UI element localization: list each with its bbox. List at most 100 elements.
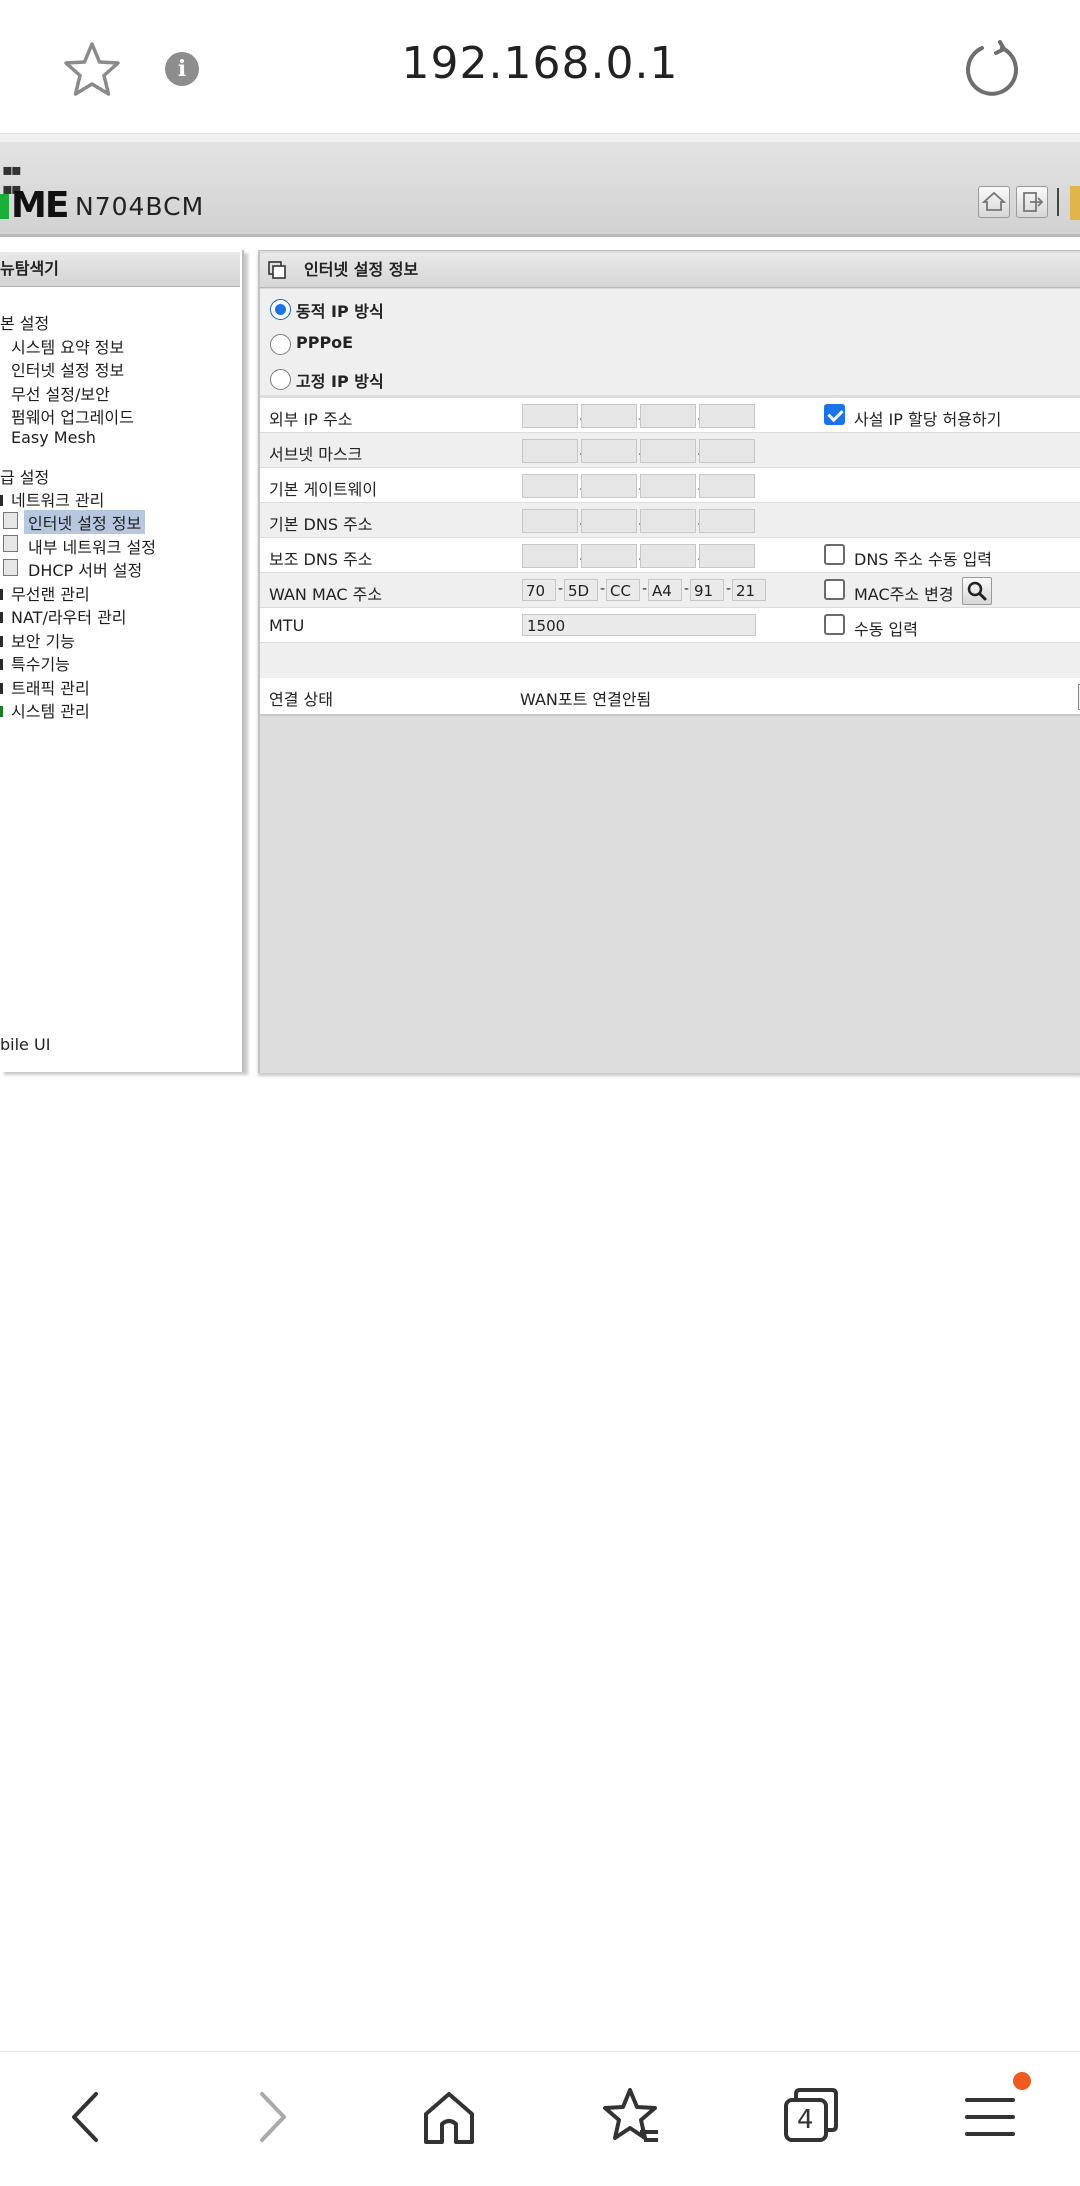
ip-octet-input[interactable] xyxy=(640,404,696,428)
menu-item-special[interactable]: 특수기능 xyxy=(11,651,70,675)
ip-octet-input[interactable] xyxy=(699,544,755,568)
gateway-label: 기본 게이트웨이 xyxy=(269,480,378,499)
row-wan-mac: WAN MAC 주소 70- 5D - CC - A4- 91- 21 MAC주소 … xyxy=(260,573,1080,607)
settings-panel: 인터넷 설정 정보 동적 IP 방식 PPPoE 고정 IP 방식 외부 IP … xyxy=(258,250,1080,1073)
ip-octet-input[interactable] xyxy=(640,474,696,498)
header-divider xyxy=(1057,188,1059,216)
ip-octet-input[interactable] xyxy=(581,509,637,533)
menu-item-wireless-security[interactable]: 무선 설정/보안 xyxy=(11,381,110,405)
secondary-dns-label: 보조 DNS 주소 xyxy=(269,550,373,569)
logout-icon[interactable] xyxy=(1016,186,1048,218)
bookmarks-icon[interactable] xyxy=(596,2082,666,2152)
menu-item-dhcp-server[interactable]: DHCP 서버 설정 xyxy=(28,557,142,581)
mac-octet-input[interactable]: 91 xyxy=(690,579,724,601)
advanced-settings-section[interactable]: 급 설정 xyxy=(0,464,49,488)
help-icon[interactable] xyxy=(1070,186,1080,220)
tree-connector xyxy=(0,636,3,647)
menu-group-network[interactable]: 네트워크 관리 xyxy=(11,487,104,511)
row-connection-status: 연결 상태 WAN포트 연결안됨 xyxy=(260,678,1080,716)
mtu-label: MTU xyxy=(269,616,305,635)
menu-item-nat-router[interactable]: NAT/라우터 관리 xyxy=(11,604,127,628)
ip-octet-input[interactable] xyxy=(581,439,637,463)
ip-octet-input[interactable] xyxy=(581,474,637,498)
menu-item-system-summary[interactable]: 시스템 요약 정보 xyxy=(11,334,124,358)
ip-octet-input[interactable] xyxy=(581,404,637,428)
menu-item-easy-mesh[interactable]: Easy Mesh xyxy=(11,428,96,447)
mac-octet-input[interactable]: A4 xyxy=(648,579,682,601)
router-header: ▪▪ ▪▪ ME N704BCM xyxy=(0,142,1080,237)
ip-octet-input[interactable] xyxy=(581,544,637,568)
tree-connector xyxy=(0,612,3,623)
row-external-ip: 외부 IP 주소 . . . 사설 IP 할당 허용하기 xyxy=(260,398,1080,432)
ip-octet-input[interactable] xyxy=(640,544,696,568)
tree-connector xyxy=(0,659,3,670)
mac-change-checkbox[interactable] xyxy=(824,579,845,600)
ip-octet-input[interactable] xyxy=(699,474,755,498)
ip-octet-input[interactable] xyxy=(699,439,755,463)
menu-item-lan-settings[interactable]: 내부 네트워크 설정 xyxy=(28,534,156,558)
search-icon[interactable] xyxy=(962,577,992,605)
reload-icon[interactable] xyxy=(960,38,1024,102)
mac-octet-input[interactable]: 5D xyxy=(564,579,598,601)
address-bar[interactable]: 192.168.0.1 xyxy=(0,38,1080,89)
back-icon[interactable] xyxy=(52,2082,122,2152)
ip-octet-input[interactable] xyxy=(522,509,578,533)
radio-dynamic-ip[interactable] xyxy=(270,299,291,320)
tab-count: 4 xyxy=(797,2105,814,2135)
mac-octet-input[interactable]: CC xyxy=(606,579,640,601)
tree-connector xyxy=(0,706,3,717)
mtu-manual-checkbox[interactable] xyxy=(824,614,845,635)
ip-octet-input[interactable] xyxy=(522,439,578,463)
private-ip-label: 사설 IP 할당 허용하기 xyxy=(854,410,1002,429)
menu-item-firmware-upgrade[interactable]: 펌웨어 업그레이드 xyxy=(11,404,134,428)
manual-dns-label: DNS 주소 수동 입력 xyxy=(854,550,993,569)
menu-icon[interactable] xyxy=(955,2082,1025,2152)
home-icon[interactable] xyxy=(414,2082,484,2152)
tree-connector xyxy=(0,683,3,694)
mtu-manual-label: 수동 입력 xyxy=(854,620,918,639)
tree-connector xyxy=(0,589,3,600)
menu-item-security[interactable]: 보안 기능 xyxy=(11,628,75,652)
private-ip-checkbox[interactable] xyxy=(824,404,845,425)
window-icon xyxy=(268,261,286,279)
row-subnet-mask: 서브넷 마스크 . . . xyxy=(260,433,1080,467)
menu-item-internet-settings[interactable]: 인터넷 설정 정보 xyxy=(24,510,146,534)
mtu-input[interactable]: 1500 xyxy=(522,614,756,636)
browser-top-bar: i 192.168.0.1 xyxy=(0,0,1080,133)
mac-octet-input[interactable]: 70 xyxy=(522,579,556,601)
ip-octet-input[interactable] xyxy=(699,509,755,533)
browser-bottom-nav: 4 xyxy=(0,2051,1080,2186)
radio-static-ip-label: 고정 IP 방식 xyxy=(296,372,384,391)
basic-settings-section[interactable]: 본 설정 xyxy=(0,310,49,334)
ip-octet-input[interactable] xyxy=(640,509,696,533)
notification-badge xyxy=(1013,2072,1031,2090)
row-mtu: MTU 1500 수동 입력 xyxy=(260,608,1080,642)
ip-octet-input[interactable] xyxy=(699,404,755,428)
ip-octet-input[interactable] xyxy=(640,439,696,463)
mac-octet-input[interactable]: 21 xyxy=(732,579,766,601)
manual-dns-checkbox[interactable] xyxy=(824,544,845,565)
menu-item-system[interactable]: 시스템 관리 xyxy=(11,698,90,722)
row-secondary-dns: 보조 DNS 주소 . . . DNS 주소 수동 입력 xyxy=(260,538,1080,572)
menu-item-wireless[interactable]: 무선랜 관리 xyxy=(11,581,90,605)
page-icon xyxy=(3,535,18,552)
radio-pppoe[interactable] xyxy=(270,334,291,355)
model-name: N704BCM xyxy=(75,192,205,221)
radio-dynamic-ip-label: 동적 IP 방식 xyxy=(296,302,384,321)
ip-octet-input[interactable] xyxy=(522,404,578,428)
forward-icon[interactable] xyxy=(236,2082,306,2152)
row-spacer xyxy=(260,643,1080,678)
page-icon xyxy=(3,512,18,529)
menu-item-internet-info[interactable]: 인터넷 설정 정보 xyxy=(11,357,124,381)
connection-type-group: 동적 IP 방식 PPPoE 고정 IP 방식 xyxy=(260,289,1080,395)
ip-octet-input[interactable] xyxy=(522,474,578,498)
tabs-icon[interactable]: 4 xyxy=(776,2082,846,2152)
ip-octet-input[interactable] xyxy=(522,544,578,568)
mobile-ui-link[interactable]: bile UI xyxy=(0,1035,50,1054)
home-icon[interactable] xyxy=(978,186,1010,218)
radio-static-ip[interactable] xyxy=(270,369,291,390)
tree-connector xyxy=(0,495,3,506)
menu-item-traffic[interactable]: 트래픽 관리 xyxy=(11,675,90,699)
page-title: 인터넷 설정 정보 xyxy=(304,260,419,279)
row-primary-dns: 기본 DNS 주소 . . . xyxy=(260,503,1080,537)
